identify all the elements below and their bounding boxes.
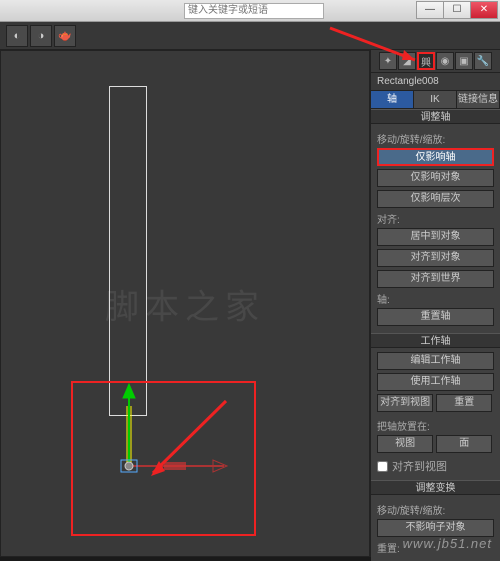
sub-tabs: 轴 IK 链接信息 [371, 91, 500, 109]
affect-hierarchy-only-button[interactable]: 仅影响层次 [377, 190, 494, 208]
affect-object-only-button[interactable]: 仅影响对象 [377, 169, 494, 187]
toolbar: ◐ ◑ 🫖 [0, 22, 500, 50]
dont-affect-children-button[interactable]: 不影响子对象 [377, 519, 494, 537]
group-place-pivot: 把轴放置在: [377, 418, 494, 433]
teapot-icon[interactable]: 🫖 [54, 25, 76, 47]
panel-tab-icons: ✦ ◢ 興 ◉ ▣ 🔧 [371, 50, 500, 73]
rectangle-object[interactable] [109, 86, 147, 416]
utilities-tab-icon[interactable]: 🔧 [474, 52, 492, 70]
align-to-object-button[interactable]: 对齐到对象 [377, 249, 494, 267]
hierarchy-tab-icon[interactable]: 興 [417, 52, 435, 70]
modify-tab-icon[interactable]: ◢ [398, 52, 416, 70]
watermark: www.jb51.net [403, 536, 492, 551]
motion-tab-icon[interactable]: ◉ [436, 52, 454, 70]
titlebar: — ☐ ✕ [0, 0, 500, 22]
rollout-adjust-transform[interactable]: 调整变换 [371, 480, 500, 495]
maximize-button[interactable]: ☐ [443, 1, 471, 19]
align-to-view-button[interactable]: 对齐到视图 [377, 394, 433, 412]
search-input[interactable] [184, 3, 324, 19]
viewport[interactable]: 脚本之家 [0, 50, 370, 557]
create-tab-icon[interactable]: ✦ [379, 52, 397, 70]
rollout-adjust-axis[interactable]: 调整轴 [371, 109, 500, 124]
reset-work-button[interactable]: 重置 [436, 394, 492, 412]
place-surface-button[interactable]: 面 [436, 435, 492, 453]
tab-pivot[interactable]: 轴 [371, 91, 414, 108]
reset-axis-button[interactable]: 重置轴 [377, 308, 494, 326]
group-move-rot-scale-2: 移动/旋转/缩放: [377, 502, 494, 517]
command-panel: ✦ ◢ 興 ◉ ▣ 🔧 Rectangle008 轴 IK 链接信息 调整轴 移… [370, 50, 500, 557]
use-work-axis-button[interactable]: 使用工作轴 [377, 373, 494, 391]
object-name: Rectangle008 [371, 73, 500, 91]
group-move-rot-scale: 移动/旋转/缩放: [377, 131, 494, 146]
tab-ik[interactable]: IK [414, 91, 457, 108]
align-to-view-checkbox[interactable]: 对齐到视图 [377, 458, 494, 474]
group-axis: 轴: [377, 291, 494, 306]
group-align: 对齐: [377, 211, 494, 226]
tool-button-2[interactable]: ◑ [30, 25, 52, 47]
affect-pivot-only-button[interactable]: 仅影响轴 [377, 148, 494, 166]
tool-button-1[interactable]: ◐ [6, 25, 28, 47]
center-to-object-button[interactable]: 居中到对象 [377, 228, 494, 246]
align-to-world-button[interactable]: 对齐到世界 [377, 270, 494, 288]
tab-link-info[interactable]: 链接信息 [457, 91, 500, 108]
place-view-button[interactable]: 视图 [377, 435, 433, 453]
rollout-work-axis[interactable]: 工作轴 [371, 333, 500, 348]
minimize-button[interactable]: — [416, 1, 444, 19]
move-gizmo[interactable] [109, 376, 239, 476]
display-tab-icon[interactable]: ▣ [455, 52, 473, 70]
edit-work-axis-button[interactable]: 编辑工作轴 [377, 352, 494, 370]
close-button[interactable]: ✕ [470, 1, 498, 19]
